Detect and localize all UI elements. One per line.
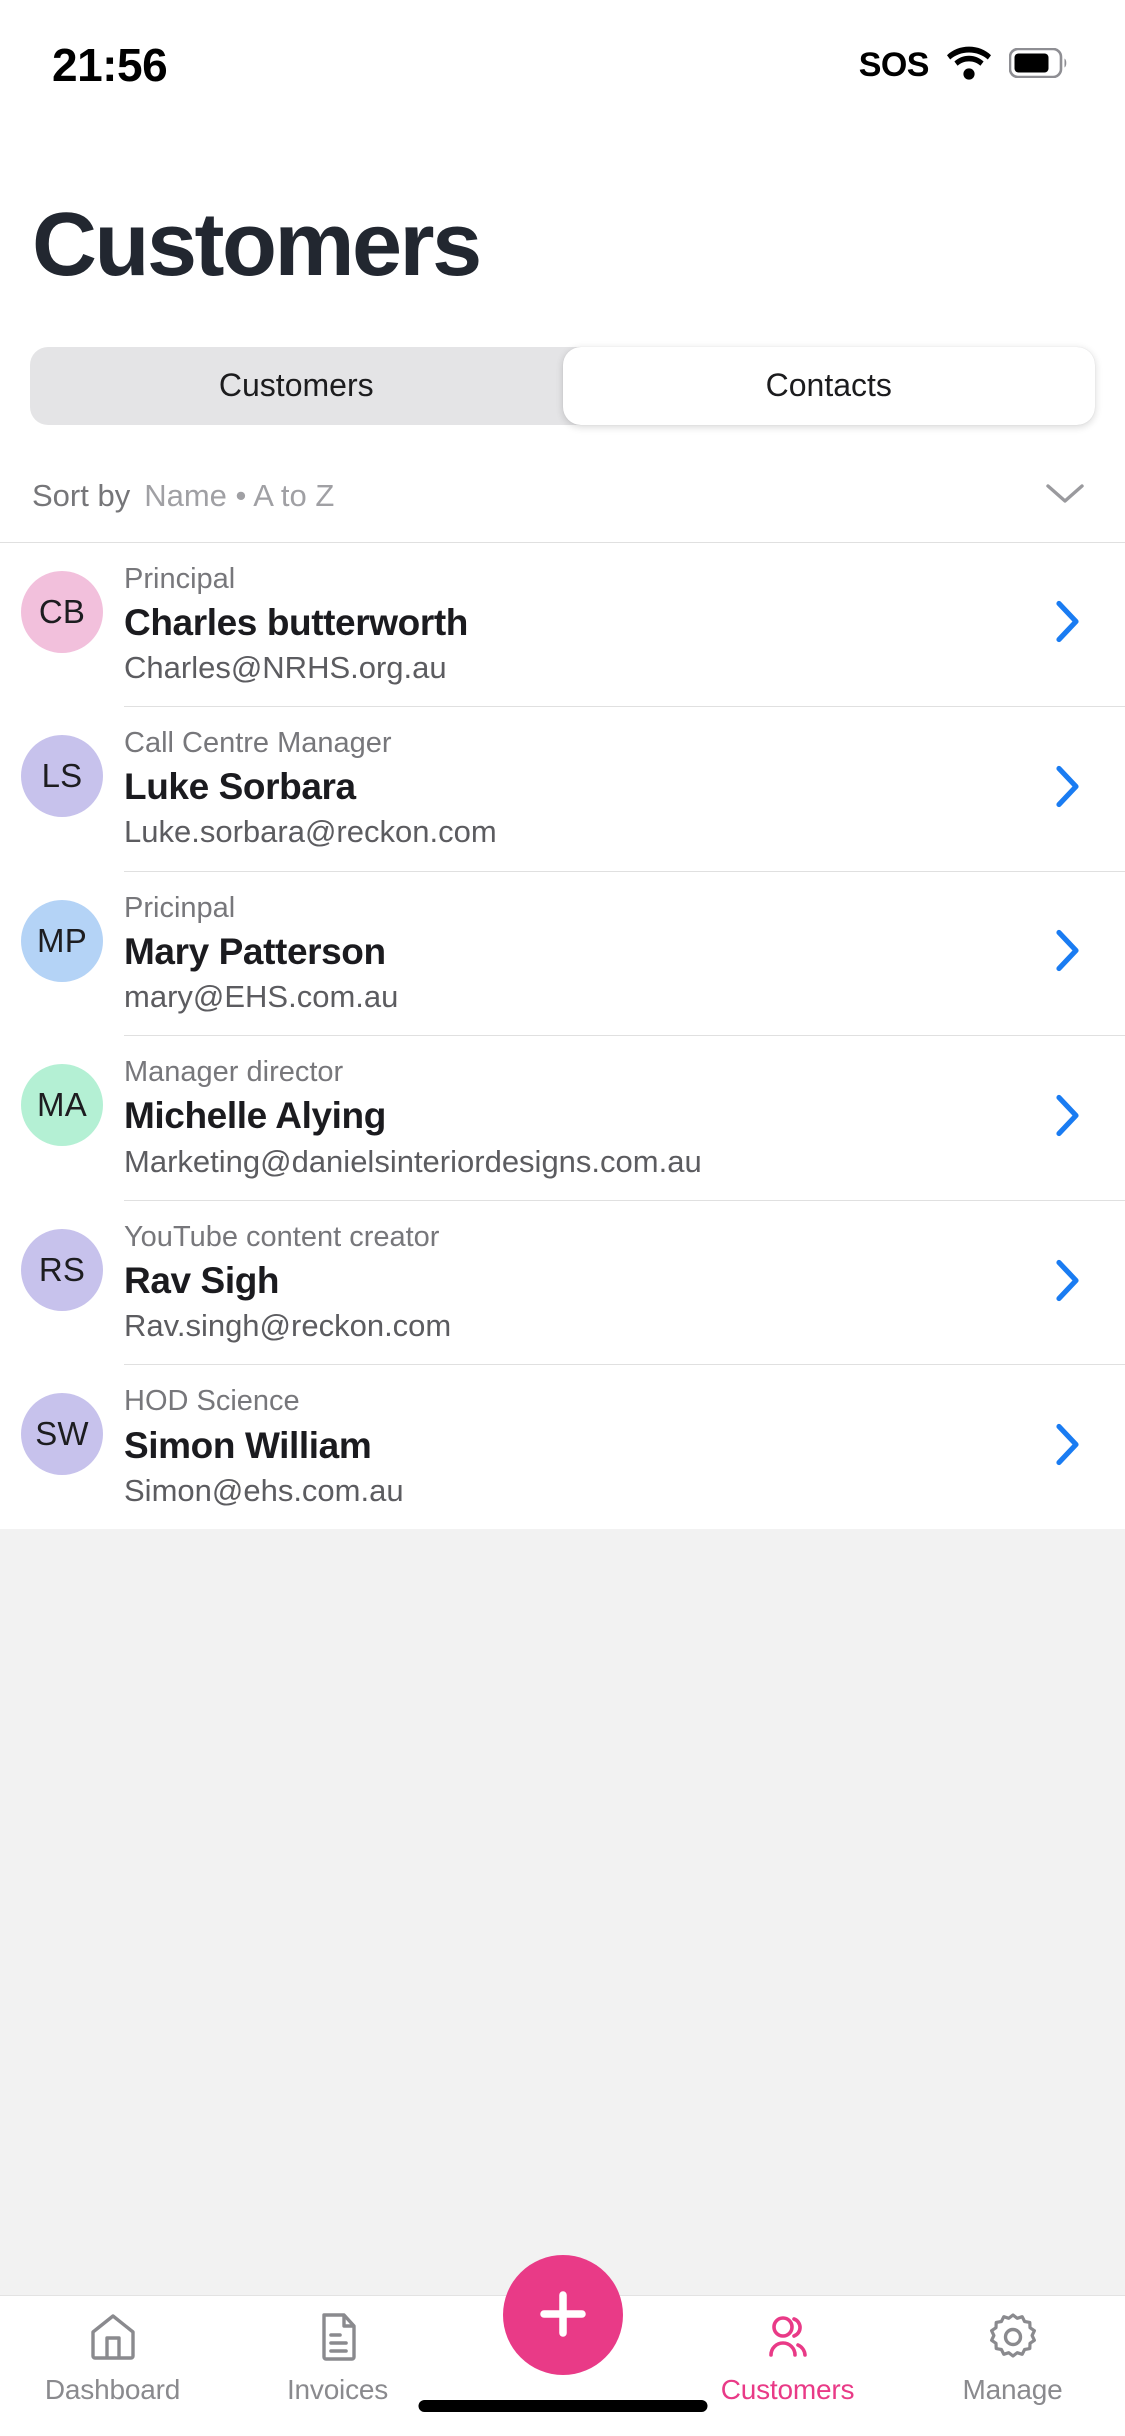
contact-email: Marketing@danielsinteriordesigns.com.au — [124, 1143, 702, 1179]
nav-item-dashboard[interactable]: Dashboard — [0, 2308, 225, 2406]
page-title: Customers — [32, 195, 482, 295]
nav-item-customers[interactable]: Customers — [675, 2308, 900, 2406]
status-indicators: SOS — [859, 46, 1069, 85]
chevron-right-icon[interactable] — [1055, 1423, 1081, 1472]
contact-role: Principal — [124, 562, 236, 595]
nav-label-invoices: Invoices — [286, 2374, 389, 2405]
avatar-column: LS — [0, 707, 124, 818]
add-button[interactable] — [502, 2255, 623, 2375]
sos-indicator: SOS — [858, 45, 930, 84]
avatar-column: SW — [0, 1365, 124, 1476]
contact-details: Principal Charles butterworth Charles@NR… — [124, 543, 1125, 708]
avatar-column: RS — [0, 1201, 124, 1311]
nav-label-customers: Customers — [720, 2374, 855, 2405]
bottom-navigation-bar: Dashboard Invoices Customers Manage — [0, 2255, 1125, 2436]
home-indicator — [418, 2400, 707, 2412]
contact-row[interactable]: SW HOD Science Simon William Simon@ehs.c… — [0, 1365, 1125, 1529]
contacts-list: CB Principal Charles butterworth Charles… — [0, 542, 1125, 1529]
avatar: SW — [21, 1393, 103, 1476]
contact-role: YouTube content creator — [124, 1220, 440, 1253]
tab-contacts[interactable]: Contacts — [562, 346, 1095, 425]
sort-by-label: Sort by — [32, 478, 131, 513]
gear-icon — [985, 2308, 1041, 2366]
screen-content: 21:56 SOS Customers Customers Contacts S… — [0, 0, 1125, 2295]
sort-row[interactable]: Sort by Name • A to Z — [0, 451, 1125, 543]
contact-details: Manager director Michelle Alying Marketi… — [124, 1036, 1125, 1201]
nav-item-manage[interactable]: Manage — [900, 2308, 1125, 2406]
contact-name: Luke Sorbara — [124, 766, 356, 808]
plus-icon — [532, 2283, 594, 2348]
chevron-down-icon[interactable] — [1045, 482, 1085, 511]
contact-row[interactable]: MA Manager director Michelle Alying Mark… — [0, 1036, 1125, 1201]
contact-email: Luke.sorbara@reckon.com — [124, 814, 497, 850]
avatar-column: MA — [0, 1036, 124, 1147]
nav-label-manage: Manage — [962, 2374, 1063, 2405]
status-bar: 21:56 SOS — [0, 0, 1125, 120]
contact-name: Rav Sigh — [124, 1260, 280, 1301]
home-icon — [85, 2308, 141, 2366]
avatar: RS — [21, 1228, 103, 1311]
contact-role: HOD Science — [124, 1385, 300, 1418]
nav-label-dashboard: Dashboard — [44, 2374, 181, 2405]
contact-row[interactable]: CB Principal Charles butterworth Charles… — [0, 543, 1125, 708]
avatar: LS — [21, 735, 103, 818]
contact-email: Charles@NRHS.org.au — [124, 649, 447, 685]
battery-icon — [1008, 47, 1069, 83]
contact-email: Rav.singh@reckon.com — [124, 1308, 452, 1344]
document-icon — [310, 2308, 366, 2366]
contact-details: Pricinpal Mary Patterson mary@EHS.com.au — [124, 872, 1125, 1037]
contact-details: YouTube content creator Rav Sigh Rav.sin… — [124, 1201, 1125, 1366]
status-time: 21:56 — [52, 39, 168, 91]
contact-role: Manager director — [124, 1056, 344, 1089]
contact-row[interactable]: RS YouTube content creator Rav Sigh Rav.… — [0, 1201, 1125, 1366]
chevron-right-icon[interactable] — [1055, 929, 1081, 978]
avatar: MA — [21, 1064, 103, 1147]
contact-email: mary@EHS.com.au — [124, 979, 399, 1014]
contact-name: Michelle Alying — [124, 1095, 386, 1137]
contact-details: Call Centre Manager Luke Sorbara Luke.so… — [124, 707, 1125, 872]
contact-role: Pricinpal — [124, 891, 236, 924]
chevron-right-icon[interactable] — [1055, 1093, 1081, 1142]
chevron-right-icon[interactable] — [1055, 764, 1081, 813]
sort-by-value: Name • A to Z — [144, 478, 335, 513]
wifi-icon — [947, 46, 991, 85]
contact-name: Charles butterworth — [124, 601, 468, 643]
list-empty-area — [0, 1528, 1125, 2295]
avatar: MP — [21, 899, 103, 982]
avatar: CB — [21, 570, 103, 653]
contact-email: Simon@ehs.com.au — [124, 1472, 404, 1508]
contact-role: Call Centre Manager — [124, 727, 392, 760]
nav-item-invoices[interactable]: Invoices — [225, 2308, 450, 2406]
contact-name: Mary Patterson — [124, 930, 386, 972]
contact-row[interactable]: MP Pricinpal Mary Patterson mary@EHS.com… — [0, 872, 1125, 1037]
contact-details: HOD Science Simon William Simon@ehs.com.… — [124, 1365, 1125, 1529]
avatar-column: CB — [0, 543, 124, 653]
avatar-column: MP — [0, 872, 124, 982]
contact-row[interactable]: LS Call Centre Manager Luke Sorbara Luke… — [0, 707, 1125, 872]
tab-customers[interactable]: Customers — [30, 347, 563, 425]
chevron-right-icon[interactable] — [1055, 1258, 1081, 1307]
segmented-control: Customers Contacts — [30, 346, 1095, 425]
contact-name: Simon William — [124, 1424, 372, 1466]
people-icon — [760, 2308, 816, 2366]
chevron-right-icon[interactable] — [1055, 600, 1081, 649]
